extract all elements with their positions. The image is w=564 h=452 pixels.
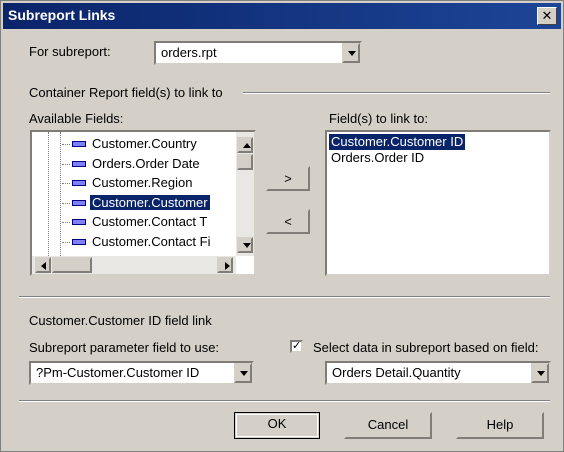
link-fields-list[interactable]: Customer.Customer ID Orders.Order ID (325, 130, 551, 276)
close-button[interactable]: ✕ (537, 7, 557, 25)
field-icon (72, 160, 86, 167)
for-subreport-label: For subreport: (29, 44, 111, 59)
available-field-label: Orders.Order Date (92, 155, 200, 171)
link-field-item[interactable]: Orders.Order ID (329, 150, 426, 166)
horizontal-scroll-thumb[interactable] (52, 257, 92, 273)
field-icon (72, 199, 86, 206)
available-field-label: Customer.Country (92, 136, 197, 151)
link-field-item[interactable]: Customer.Customer ID (329, 134, 466, 150)
subreport-field-dropdown-button[interactable] (531, 363, 549, 383)
select-data-checkbox[interactable]: ✓ (290, 340, 303, 353)
cancel-button[interactable]: Cancel (344, 412, 432, 439)
vertical-scrollbar[interactable] (236, 132, 254, 256)
tree-connector (62, 144, 70, 145)
scroll-right-button[interactable] (217, 257, 233, 273)
chevron-down-icon (348, 51, 356, 56)
subreport-dropdown-button[interactable] (342, 43, 360, 63)
field-icon (72, 180, 86, 186)
tree-connector (62, 241, 70, 243)
horizontal-scrollbar[interactable] (32, 256, 236, 274)
tree-connector (62, 202, 70, 204)
arrow-left-icon (41, 262, 46, 270)
subreport-links-dialog: Subreport Links ✕ For subreport: orders.… (0, 0, 564, 452)
available-field-label: Customer.Region (92, 175, 193, 190)
close-icon: ✕ (541, 8, 553, 23)
link-fields-label: Field(s) to link to: (329, 111, 428, 126)
field-icon (72, 219, 86, 225)
arrow-down-icon (243, 243, 251, 248)
available-fields-tree[interactable]: Customer.Country Orders.Order Date Custome… (30, 130, 256, 276)
tree-guide-line (48, 132, 49, 256)
tree-connector (62, 183, 70, 184)
parameter-field-label: Subreport parameter field to use: (29, 340, 220, 355)
scroll-left-button[interactable] (35, 257, 51, 273)
chevron-down-icon (537, 371, 545, 376)
footer-divider (19, 400, 550, 402)
arrow-up-icon (243, 143, 251, 148)
help-button[interactable]: Help (456, 412, 544, 439)
tree-connector (62, 222, 70, 223)
parameter-field-value: ?Pm-Customer.Customer ID (36, 365, 200, 380)
arrow-right-icon (225, 262, 230, 270)
ok-button[interactable]: OK (234, 412, 320, 439)
available-fields-label: Available Fields: (29, 111, 124, 126)
scroll-thumb[interactable] (237, 154, 253, 170)
chevron-down-icon (240, 371, 248, 376)
checkmark-icon: ✓ (292, 340, 302, 352)
available-field-label: Customer.Customer (89, 193, 211, 211)
scroll-up-button[interactable] (237, 137, 253, 153)
parameter-field-combobox[interactable]: ?Pm-Customer.Customer ID (29, 361, 254, 385)
container-fields-group-label: Container Report field(s) to link to (29, 85, 223, 100)
window-title: Subreport Links (8, 7, 116, 23)
tree-connector (62, 163, 70, 165)
title-bar[interactable]: Subreport Links ✕ (3, 3, 561, 29)
subreport-combobox[interactable]: orders.rpt (154, 41, 362, 65)
remove-link-button[interactable]: < (266, 209, 310, 234)
add-link-button[interactable]: > (266, 166, 310, 191)
tree-guide-line (60, 132, 61, 256)
field-icon (72, 141, 86, 147)
available-field-label: Customer.Contact T (92, 214, 208, 229)
parameter-dropdown-button[interactable] (234, 363, 252, 383)
subreport-field-value: Orders Detail.Quantity (332, 365, 461, 380)
select-data-label: Select data in subreport based on field: (313, 340, 539, 355)
group-divider (243, 92, 550, 94)
subreport-value: orders.rpt (161, 45, 217, 60)
scroll-down-button[interactable] (237, 237, 253, 253)
field-icon (72, 238, 86, 245)
field-link-heading: Customer.Customer ID field link (29, 313, 212, 328)
section-divider (19, 296, 550, 298)
subreport-field-combobox[interactable]: Orders Detail.Quantity (325, 361, 551, 385)
available-field-label: Customer.Contact Fi (92, 233, 211, 249)
